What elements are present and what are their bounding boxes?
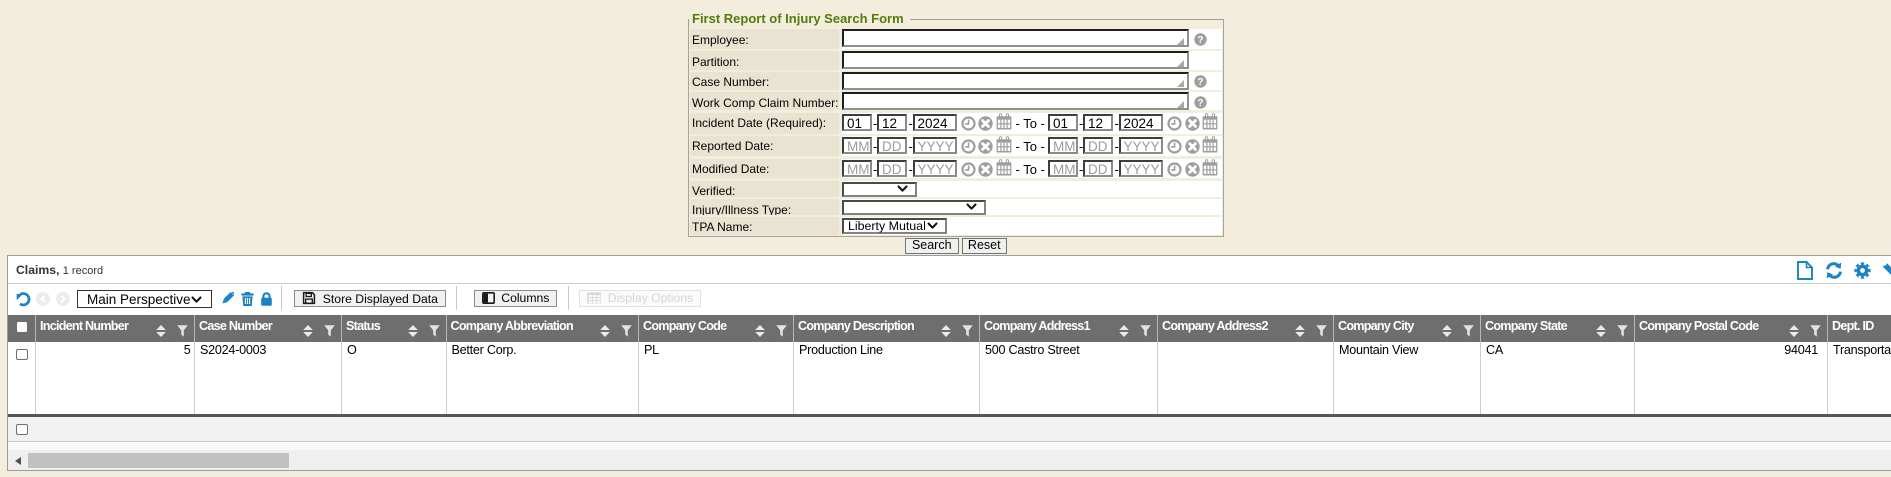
svg-text:?: ? — [1197, 35, 1203, 46]
svg-text:?: ? — [1197, 77, 1203, 88]
svg-text:?: ? — [1197, 97, 1203, 108]
